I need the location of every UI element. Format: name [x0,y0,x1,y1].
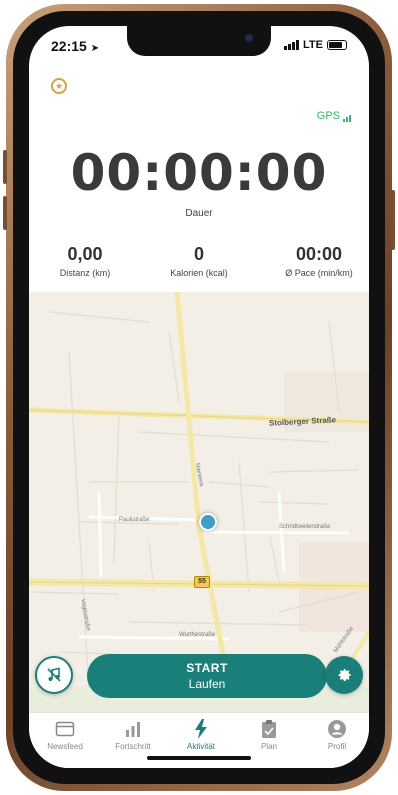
tab-plan[interactable]: Plan [237,719,301,751]
network-label: LTE [303,39,323,51]
volume-up-button [3,150,7,184]
home-indicator [147,756,251,760]
stat-pace: 00:00 Ø Pace (min/km) [273,244,365,278]
lightning-icon [169,719,233,739]
status-bar-time: 22:15 ➤ [51,38,99,54]
tab-aktivitaet[interactable]: Aktivität [169,719,233,751]
tab-profil[interactable]: Profil [305,719,369,751]
start-button[interactable]: START Laufen [87,654,327,698]
stat-pace-label: Ø Pace (min/km) [285,268,353,278]
street-label-pauli: Paulistraße [119,517,150,523]
music-button[interactable] [35,656,73,694]
notch [127,26,271,56]
app-screen: 22:15 ➤ LTE ★ GPS 00:00:00 Dauer 0,00 Di… [29,26,369,768]
tab-plan-label: Plan [260,742,277,751]
profile-icon [305,719,369,739]
favorite-star-icon[interactable]: ★ [51,78,67,94]
start-button-sublabel: Laufen [188,677,226,691]
timer-display: 00:00:00 [70,144,328,202]
road-badge: 55 [194,576,210,588]
street-label-wurthe: Wurthestraße [179,632,216,638]
signal-icon [284,40,300,50]
gps-indicator: GPS [317,110,351,122]
timer-label: Dauer [185,208,213,219]
stat-calories-value: 0 [193,244,204,264]
battery-icon [327,40,347,50]
status-time-text: 22:15 [51,38,87,54]
stat-calories-label: Kalorien (kcal) [170,268,228,278]
status-bar-right: LTE [284,39,347,51]
tab-profil-label: Profil [327,742,347,751]
stat-pace-value: 00:00 [295,244,343,264]
stat-distance-value: 0,00 [67,244,103,264]
tab-fortschritt-label: Fortschritt [115,742,151,751]
start-button-label: START [186,661,228,675]
gps-signal-icon [343,115,351,122]
street-label-schridtweiler: Schridtweilerstraße [279,524,331,530]
tab-fortschritt[interactable]: Fortschritt [101,719,165,751]
tab-aktivitaet-label: Aktivität [186,742,215,751]
stat-calories: 0 Kalorien (kcal) [154,244,244,278]
bar-chart-icon [101,719,165,739]
newsfeed-icon [33,719,97,739]
current-location-marker [199,513,217,531]
location-arrow-icon: ➤ [90,43,100,54]
stat-distance: 0,00 Distanz (km) [45,244,125,278]
gear-icon [338,669,351,682]
map-svg [29,292,369,712]
camera [245,34,253,42]
stat-distance-label: Distanz (km) [59,268,111,278]
tab-newsfeed-label: Newsfeed [47,742,83,751]
gps-label: GPS [316,110,340,122]
clipboard-icon [237,719,301,739]
map-view[interactable]: Stolberger Straße Paulistraße Schridtwei… [29,292,369,712]
settings-button[interactable] [325,656,363,694]
music-off-icon [47,667,61,682]
power-button [391,190,395,250]
volume-down-button [3,196,7,230]
tab-newsfeed[interactable]: Newsfeed [33,719,97,751]
